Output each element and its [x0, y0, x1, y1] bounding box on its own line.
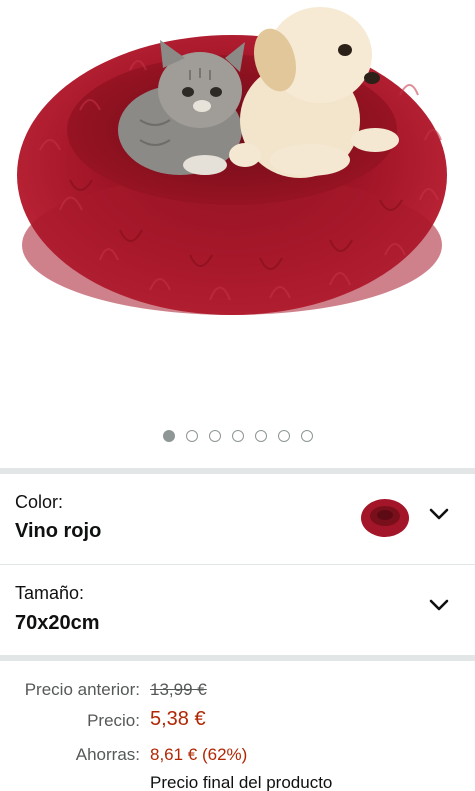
pagination-dot[interactable]	[231, 430, 244, 442]
savings-label: Ahorras:	[75, 745, 140, 764]
color-value: Vino rojo	[15, 520, 102, 542]
section-divider	[0, 655, 475, 661]
size-value: 70x20cm	[15, 612, 100, 634]
pagination-dot[interactable]	[277, 430, 290, 442]
current-price-row: Precio: 5,38 €	[0, 707, 475, 737]
product-page: Color: Vino rojo Tamaño: 70x20cm Precio …	[0, 0, 475, 791]
size-label: Tamaño:	[15, 583, 85, 603]
savings-row: Ahorras: 8,61 € (62%)	[0, 741, 475, 771]
product-image-carousel[interactable]	[0, 0, 475, 470]
color-selector[interactable]: Color: Vino rojo	[0, 474, 475, 564]
color-label: Color:	[15, 492, 64, 512]
previous-price-label: Precio anterior:	[24, 680, 140, 699]
product-image[interactable]	[0, 0, 475, 420]
pagination-dot[interactable]	[185, 430, 198, 442]
chevron-down-icon[interactable]	[428, 598, 450, 612]
pagination-dot[interactable]	[162, 430, 175, 442]
pagination-dot[interactable]	[300, 430, 313, 442]
previous-price-row: Precio anterior: 13,99 €	[0, 676, 475, 706]
pagination-dot[interactable]	[208, 430, 221, 442]
current-price-label: Precio:	[87, 711, 140, 730]
chevron-down-icon[interactable]	[428, 507, 450, 521]
image-pagination-dots	[0, 430, 475, 442]
previous-price-value: 13,99 €	[150, 680, 207, 699]
current-price-value: 5,38 €	[150, 708, 206, 730]
size-selector[interactable]: Tamaño: 70x20cm	[0, 565, 475, 655]
pagination-dot[interactable]	[254, 430, 267, 442]
final-price-note: Precio final del producto	[150, 773, 333, 791]
savings-value: 8,61 € (62%)	[150, 745, 248, 764]
color-swatch[interactable]	[360, 498, 410, 538]
